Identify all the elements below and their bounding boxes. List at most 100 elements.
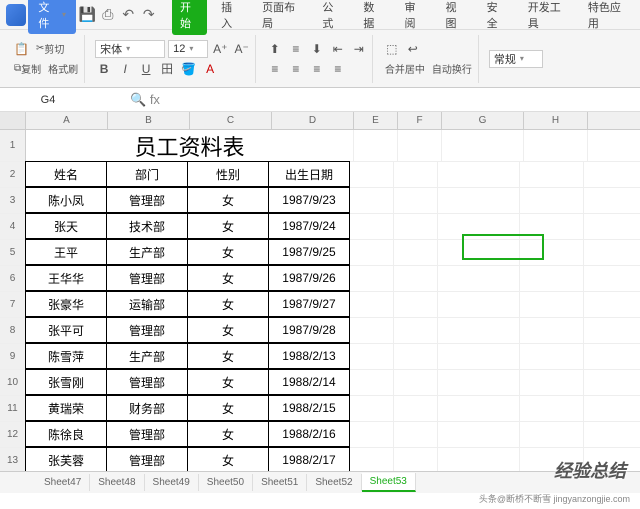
cell[interactable]: 陈小凤 [25, 187, 107, 213]
align-right-icon[interactable]: ≡ [308, 60, 326, 78]
cell[interactable]: 管理部 [106, 369, 188, 395]
cell[interactable]: 1988/2/17 [268, 447, 350, 473]
underline-icon[interactable]: U [137, 60, 155, 78]
col-header[interactable]: A [26, 112, 108, 129]
cell[interactable] [438, 240, 520, 265]
cell[interactable] [520, 266, 584, 291]
wrap-text-button[interactable]: 自动换行 [430, 60, 474, 78]
cell[interactable]: 女 [187, 291, 269, 317]
col-header[interactable]: H [524, 112, 588, 129]
cell[interactable]: 1987/9/28 [268, 317, 350, 343]
align-left-icon[interactable]: ≡ [266, 60, 284, 78]
cell[interactable] [394, 318, 438, 343]
font-size-select[interactable]: 12▾ [168, 40, 208, 58]
cell[interactable] [394, 266, 438, 291]
border-icon[interactable]: 田 [158, 60, 176, 78]
cell[interactable]: 财务部 [106, 395, 188, 421]
cell[interactable]: 1988/2/16 [268, 421, 350, 447]
print-icon[interactable]: ⎙ [99, 5, 117, 25]
cell[interactable] [520, 344, 584, 369]
cell[interactable]: 陈雪萍 [25, 343, 107, 369]
cell[interactable] [394, 344, 438, 369]
cell[interactable] [524, 130, 588, 161]
cell[interactable]: 1987/9/23 [268, 187, 350, 213]
decrease-font-icon[interactable]: A⁻ [232, 40, 250, 58]
cell[interactable]: 1988/2/13 [268, 343, 350, 369]
italic-icon[interactable]: I [116, 60, 134, 78]
cell[interactable]: 王平 [25, 239, 107, 265]
cell[interactable]: 女 [187, 317, 269, 343]
cell[interactable] [442, 130, 524, 161]
row-header[interactable]: 6 [0, 266, 26, 291]
indent-inc-icon[interactable]: ⇥ [350, 40, 368, 58]
cell[interactable]: 生产部 [106, 239, 188, 265]
tab-insert[interactable]: 插入 [213, 0, 248, 35]
cell[interactable]: 管理部 [106, 317, 188, 343]
cell[interactable]: 张豪华 [25, 291, 107, 317]
cell[interactable] [354, 130, 398, 161]
number-format-select[interactable]: 常规▾ [489, 50, 543, 68]
fill-color-icon[interactable]: 🪣 [179, 60, 198, 78]
merge-center-button[interactable]: 合并居中 [383, 60, 427, 78]
paste-icon[interactable]: 📋 [12, 40, 31, 58]
row-header[interactable]: 8 [0, 318, 26, 343]
sheet-tab[interactable]: Sheet49 [145, 474, 199, 491]
cell[interactable] [520, 214, 584, 239]
cell[interactable] [438, 370, 520, 395]
cell[interactable] [394, 422, 438, 447]
tab-review[interactable]: 审阅 [396, 0, 431, 35]
cell[interactable] [350, 344, 394, 369]
cell[interactable] [438, 318, 520, 343]
sheet-tab[interactable]: Sheet50 [199, 474, 253, 491]
cell[interactable] [438, 448, 520, 473]
select-all-corner[interactable] [0, 112, 26, 129]
cell[interactable] [520, 422, 584, 447]
cell[interactable] [394, 448, 438, 473]
cell[interactable]: 女 [187, 447, 269, 473]
cell[interactable] [350, 422, 394, 447]
cell[interactable] [520, 240, 584, 265]
cell[interactable] [438, 344, 520, 369]
row-header[interactable]: 12 [0, 422, 26, 447]
row-header[interactable]: 7 [0, 292, 26, 317]
cell[interactable] [394, 370, 438, 395]
cell[interactable]: 1987/9/27 [268, 291, 350, 317]
font-select[interactable]: 宋体▾ [95, 40, 165, 58]
cell[interactable]: 女 [187, 265, 269, 291]
tab-formula[interactable]: 公式 [314, 0, 349, 35]
cell[interactable] [350, 370, 394, 395]
col-header[interactable]: B [108, 112, 190, 129]
cell[interactable]: 管理部 [106, 265, 188, 291]
wrap-icon[interactable]: ↩ [404, 40, 422, 58]
cell[interactable]: 性别 [187, 161, 269, 187]
cell[interactable] [520, 292, 584, 317]
cell[interactable]: 管理部 [106, 421, 188, 447]
cell[interactable]: 1988/2/15 [268, 395, 350, 421]
col-header[interactable]: G [442, 112, 524, 129]
row-header[interactable]: 11 [0, 396, 26, 421]
cell[interactable]: 出生日期 [268, 161, 350, 187]
cell[interactable]: 陈徐良 [25, 421, 107, 447]
cell[interactable] [438, 162, 520, 187]
name-box[interactable]: G4 [8, 94, 88, 106]
row-header[interactable]: 9 [0, 344, 26, 369]
cell[interactable]: 女 [187, 343, 269, 369]
cell[interactable] [394, 162, 438, 187]
cell[interactable] [394, 188, 438, 213]
col-header[interactable]: D [272, 112, 354, 129]
cell[interactable]: 女 [187, 421, 269, 447]
row-header[interactable]: 2 [0, 162, 26, 187]
cell[interactable]: 管理部 [106, 447, 188, 473]
cell[interactable]: 黄瑞荣 [25, 395, 107, 421]
col-header[interactable]: F [398, 112, 442, 129]
cell[interactable]: 1987/9/25 [268, 239, 350, 265]
cell[interactable] [438, 396, 520, 421]
cell[interactable] [350, 266, 394, 291]
cell[interactable] [398, 130, 442, 161]
tab-special[interactable]: 特色应用 [580, 0, 634, 35]
cell[interactable]: 女 [187, 213, 269, 239]
sheet-tab[interactable]: Sheet53 [362, 473, 416, 492]
cell[interactable]: 生产部 [106, 343, 188, 369]
redo-icon[interactable]: ↷ [140, 5, 158, 25]
cell[interactable]: 女 [187, 395, 269, 421]
